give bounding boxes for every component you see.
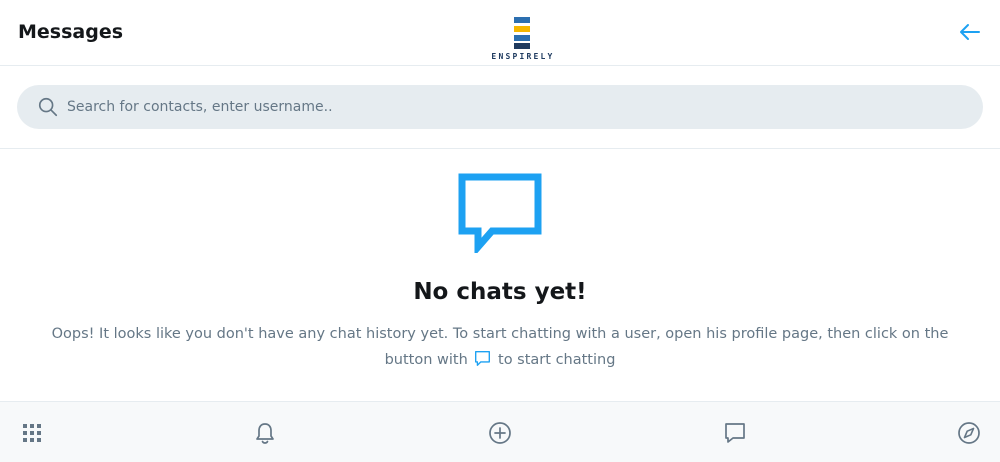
search-section: [0, 66, 1000, 149]
header: Messages ENSPIRELY: [0, 0, 1000, 66]
logo-text: ENSPIRELY: [491, 52, 555, 61]
plus-circle-icon[interactable]: [488, 421, 512, 445]
search-box[interactable]: [17, 85, 983, 129]
empty-state-text: Oops! It looks like you don't have any c…: [50, 321, 950, 373]
arrow-left-icon[interactable]: [958, 20, 982, 44]
bell-icon[interactable]: [253, 421, 277, 445]
logo-mark-icon: [514, 17, 530, 49]
logo[interactable]: ENSPIRELY: [484, 14, 562, 62]
bottom-nav: [0, 401, 1000, 462]
empty-state-title: No chats yet!: [413, 279, 587, 305]
compass-icon[interactable]: [957, 421, 981, 445]
page-title: Messages: [18, 21, 124, 43]
chat-icon[interactable]: [723, 421, 747, 445]
chat-bubble-icon: [458, 173, 542, 253]
search-icon: [38, 97, 58, 117]
search-input[interactable]: [67, 85, 967, 129]
empty-state: No chats yet! Oops! It looks like you do…: [0, 149, 1000, 401]
apps-grid-icon[interactable]: [20, 421, 44, 445]
messages-page: Messages ENSPIRELY No cha: [0, 0, 1000, 462]
chat-icon: [475, 351, 491, 366]
empty-state-text-after: to start chatting: [498, 352, 616, 368]
